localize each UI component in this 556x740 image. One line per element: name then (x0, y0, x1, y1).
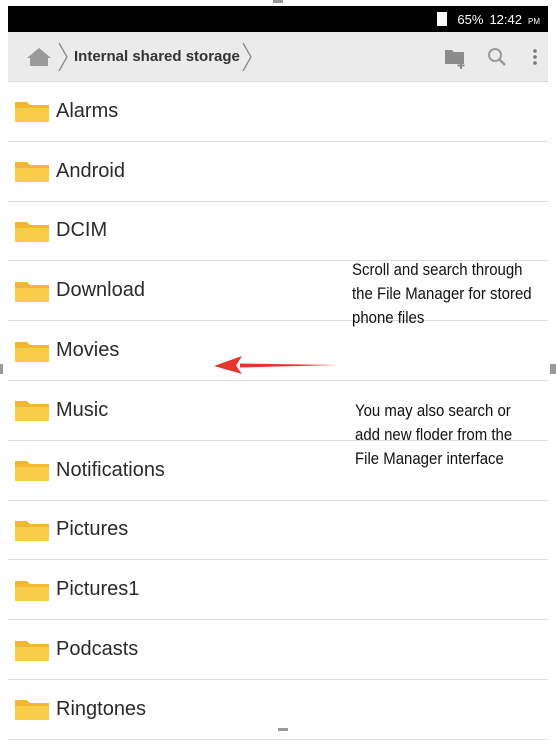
folder-name: Ringtones (56, 697, 147, 720)
folder-name: Notifications (56, 458, 165, 481)
folder-name: Music (56, 398, 109, 421)
folder-name: Pictures (56, 518, 129, 541)
folder-icon (15, 162, 49, 183)
folder-name: Movies (56, 339, 120, 362)
screen-edge-marker-right (550, 364, 556, 374)
annotation-new-folder: You may also search or add new floder fr… (355, 401, 513, 468)
folder-icon (15, 520, 49, 541)
search-icon[interactable] (484, 44, 510, 70)
folder-icon (15, 580, 49, 601)
folder-item[interactable]: Pictures (8, 501, 548, 561)
more-vert-icon[interactable] (522, 44, 548, 70)
screen-edge-marker-left (0, 364, 3, 374)
clock-time: 12:42 (489, 11, 522, 27)
folder-icon (15, 102, 49, 123)
arrow-icon (214, 356, 338, 374)
folder-icon (15, 341, 49, 362)
folder-name: Alarms (56, 99, 119, 122)
screen-edge-marker-bottom (278, 728, 288, 731)
folder-item[interactable]: Alarms (8, 82, 548, 142)
folder-item[interactable]: DCIM (8, 202, 548, 262)
status-bar: 65% 12:42 PM (8, 6, 548, 32)
folder-icon (15, 700, 49, 721)
folder-name: Podcasts (56, 638, 139, 661)
folder-icon (15, 221, 49, 242)
folder-icon (15, 401, 49, 422)
breadcrumb-separator-icon (58, 42, 68, 72)
folder-item[interactable]: Podcasts (8, 620, 548, 680)
folder-name: DCIM (56, 219, 108, 242)
new-folder-icon[interactable] (442, 44, 468, 70)
folder-icon (15, 281, 49, 302)
battery-icon (437, 12, 448, 26)
folder-item[interactable]: Android (8, 142, 548, 202)
breadcrumb-internal-storage[interactable]: Internal shared storage (74, 42, 240, 72)
toolbar: Internal shared storage (8, 32, 548, 82)
folder-name: Android (56, 159, 125, 182)
home-icon (27, 48, 51, 66)
breadcrumb-separator-icon (242, 42, 252, 72)
battery-percent: 65% (457, 11, 484, 27)
folder-name: Download (56, 279, 145, 302)
folder-icon (15, 461, 49, 482)
folder-icon (15, 640, 49, 661)
clock-ampm: PM (528, 17, 540, 26)
annotation-scroll-search: Scroll and search through the File Manag… (352, 260, 532, 327)
folder-name: Pictures1 (56, 578, 140, 601)
folder-item[interactable]: Pictures1 (8, 560, 548, 621)
screen-edge-marker-top (273, 0, 283, 3)
